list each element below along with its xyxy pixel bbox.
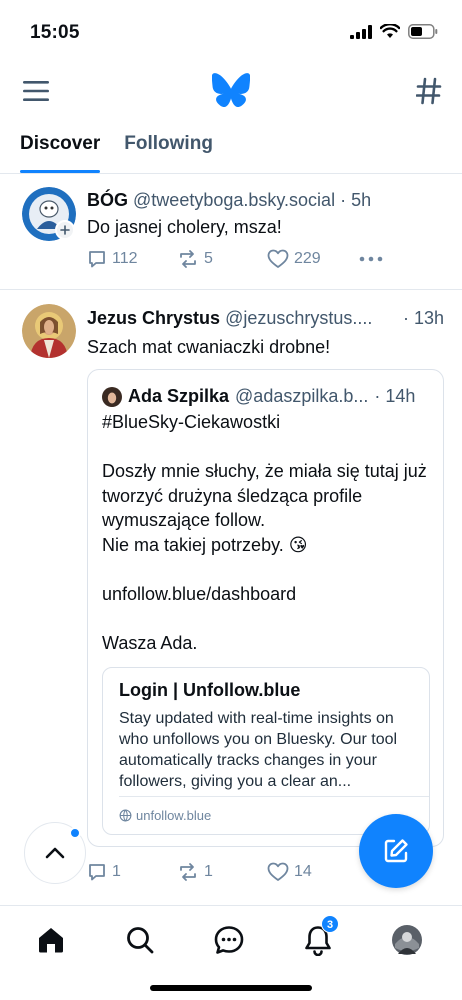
tab-discover-label: Discover	[20, 133, 101, 154]
active-tab-indicator	[20, 170, 101, 173]
repost-icon	[180, 250, 196, 268]
reply-button[interactable]: 1	[87, 862, 177, 882]
avatar-image	[22, 304, 76, 358]
feed-post[interactable]: BÓG @tweetyboga.bsky.social · 5h Do jasn…	[0, 174, 462, 290]
plus-icon	[60, 225, 70, 235]
heart-icon	[267, 249, 289, 268]
like-button[interactable]: 14	[267, 862, 359, 882]
post-actions: 112 5 229	[87, 249, 383, 269]
status-time: 15:05	[30, 22, 80, 43]
chat-bubble-icon	[214, 926, 244, 954]
search-icon	[127, 927, 154, 954]
like-count: 14	[294, 863, 312, 880]
repost-button[interactable]: 5	[177, 249, 267, 269]
tab-following[interactable]: Following	[124, 122, 213, 173]
post-text: Szach mat cwaniaczki drobne!	[87, 337, 331, 357]
bluesky-butterfly-logo-icon[interactable]	[212, 73, 250, 107]
quote-author-name[interactable]: Ada Szpilka	[128, 386, 229, 407]
quoted-post-card[interactable]: Ada Szpilka @adaszpilka.b... · 14h #Blue…	[87, 369, 444, 847]
signal-icon	[350, 24, 372, 39]
notification-count-badge: 3	[321, 915, 339, 933]
home-indicator	[150, 985, 312, 991]
compose-pencil-icon	[384, 839, 408, 863]
home-icon	[39, 928, 63, 953]
chevron-up-icon	[45, 847, 65, 859]
ellipsis-icon	[359, 256, 383, 262]
link-description: Stay updated with real-time insights on …	[119, 710, 398, 790]
quote-author-avatar	[102, 386, 122, 407]
reply-icon	[89, 251, 105, 268]
post-author-name[interactable]: BÓG	[87, 190, 128, 210]
globe-icon	[119, 809, 132, 822]
tab-discover[interactable]: Discover	[20, 122, 101, 173]
quote-header: Ada Szpilka @adaszpilka.b... · 14h	[102, 386, 415, 407]
reply-count: 1	[112, 863, 121, 880]
link-domain: unfollow.blue	[136, 808, 212, 823]
link-preview-card[interactable]: Login | Unfollow.blue Stay updated with …	[102, 667, 430, 835]
reply-button[interactable]: 112	[87, 249, 177, 269]
like-count: 229	[294, 250, 321, 267]
repost-count: 5	[204, 250, 213, 267]
post-time: · 13h	[402, 308, 444, 328]
nav-notifications[interactable]: 3	[300, 915, 339, 958]
nav-profile[interactable]	[389, 922, 425, 958]
avatar[interactable]	[22, 304, 76, 358]
quote-time: · 14h	[374, 386, 416, 406]
post-time: · 5h	[340, 190, 372, 210]
hashtag-feeds-icon[interactable]	[416, 77, 442, 105]
nav-home[interactable]	[33, 922, 69, 958]
link-domain-row: unfollow.blue	[119, 808, 211, 823]
post-header: BÓG @tweetyboga.bsky.social · 5h	[87, 190, 371, 211]
quote-author-handle[interactable]: @adaszpilka.b...	[235, 386, 368, 407]
post-author-handle[interactable]: @tweetyboga.bsky.social	[133, 190, 335, 210]
post-text: Do jasnej cholery, msza!	[87, 217, 282, 237]
post-header: Jezus Chrystus @jezuschrystus....	[87, 308, 372, 329]
quote-text: #BlueSky-Ciekawostki Doszły mnie słuchy,…	[102, 412, 427, 654]
post-author-name[interactable]: Jezus Chrystus	[87, 308, 220, 328]
nav-search[interactable]	[122, 922, 158, 958]
status-bar: 15:05	[0, 0, 462, 64]
follow-plus-button[interactable]	[55, 220, 75, 240]
link-divider	[119, 796, 429, 797]
nav-chat[interactable]	[211, 922, 247, 958]
heart-icon	[267, 862, 289, 881]
feed-tabs: Discover Following	[0, 122, 462, 174]
reply-icon	[89, 864, 105, 881]
new-posts-dot	[69, 827, 81, 839]
wifi-icon	[380, 24, 400, 38]
menu-icon[interactable]	[22, 78, 50, 104]
repost-button[interactable]: 1	[177, 862, 267, 882]
reply-count: 112	[112, 250, 138, 267]
post-actions: 1 1 14	[87, 862, 359, 882]
profile-avatar-icon	[392, 925, 422, 955]
status-icons	[350, 24, 438, 39]
more-options-button[interactable]	[359, 256, 383, 262]
post-author-handle[interactable]: @jezuschrystus....	[225, 308, 372, 328]
scroll-to-top-button[interactable]	[24, 822, 86, 884]
link-title: Login | Unfollow.blue	[119, 680, 301, 700]
compose-post-button[interactable]	[359, 814, 433, 888]
repost-count: 1	[204, 863, 213, 880]
repost-icon	[180, 863, 196, 881]
app-header	[0, 64, 462, 120]
battery-icon	[408, 24, 438, 39]
like-button[interactable]: 229	[267, 249, 359, 269]
tab-following-label: Following	[124, 133, 213, 154]
